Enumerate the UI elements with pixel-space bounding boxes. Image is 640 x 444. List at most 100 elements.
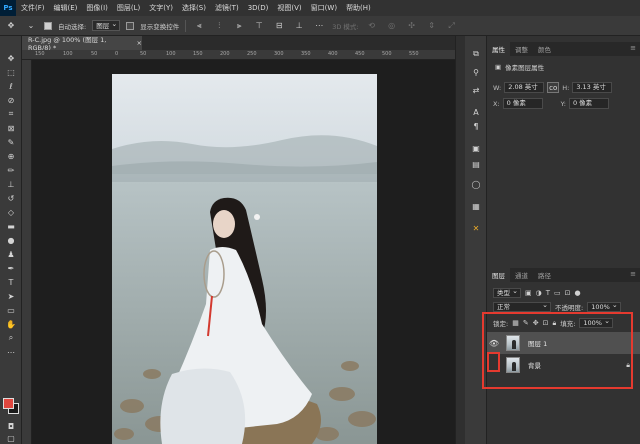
pen-tool-icon[interactable]: ✒ [4, 262, 18, 274]
tab-adjustments[interactable]: 调整 [510, 42, 533, 56]
foreground-color-swatch[interactable] [3, 398, 14, 409]
swatches-icon[interactable]: ▦ [470, 200, 482, 212]
photoshop-logo-icon: Ps [0, 0, 16, 16]
filter-toggle-icon[interactable]: ● [575, 289, 581, 297]
quick-mask-icon[interactable]: ◘ [4, 420, 18, 432]
notes-icon[interactable]: ▤ [470, 158, 482, 170]
menu-view[interactable]: 视图(V) [277, 3, 301, 13]
auto-select-dropdown[interactable]: 图层 [92, 20, 121, 31]
layer-filter-dropdown[interactable]: 类型 [493, 287, 521, 298]
screen-mode-icon[interactable]: ▢ [4, 432, 18, 444]
blend-mode-dropdown[interactable]: 正常 [493, 301, 551, 312]
actions-icon[interactable]: ▣ [470, 142, 482, 154]
history-brush-tool-icon[interactable]: ↺ [4, 192, 18, 204]
menu-select[interactable]: 选择(S) [182, 3, 206, 13]
hand-tool-icon[interactable]: ✋ [4, 318, 18, 330]
3d-rotate-icon[interactable]: ⟲ [365, 19, 379, 33]
menu-help[interactable]: 帮助(H) [346, 3, 371, 13]
canvas-photo[interactable] [112, 74, 377, 444]
align-left-icon[interactable]: ⫷ [192, 19, 206, 33]
panel-menu-icon[interactable]: ≡ [630, 270, 636, 278]
chevron-down-icon[interactable]: ⌄ [24, 19, 38, 33]
opacity-field[interactable]: 100% [587, 301, 621, 312]
dodge-tool-icon[interactable]: ♟ [4, 248, 18, 260]
info-icon[interactable]: ◯ [470, 178, 482, 190]
menu-window[interactable]: 窗口(W) [311, 3, 337, 13]
menu-image[interactable]: 图像(I) [86, 3, 108, 13]
filter-pixel-icon[interactable]: ▣ [525, 289, 532, 297]
tab-color[interactable]: 颜色 [533, 42, 556, 56]
menu-layer[interactable]: 图层(L) [117, 3, 140, 13]
type-tool-icon[interactable]: T [4, 276, 18, 288]
show-transform-label: 显示变换控件 [140, 22, 180, 31]
link-icon[interactable]: co [547, 82, 560, 93]
tab-paths[interactable]: 路径 [533, 268, 556, 282]
history-icon[interactable]: ⧉ [470, 48, 482, 60]
blend-row: 正常 不透明度: 100% [493, 301, 621, 312]
menu-type[interactable]: 文字(Y) [149, 3, 173, 13]
more-tools-icon[interactable]: ⋯ [4, 346, 18, 358]
eraser-tool-icon[interactable]: ◇ [4, 206, 18, 218]
move-tool-icon[interactable]: ✥ [4, 19, 18, 33]
show-transform-checkbox[interactable] [126, 21, 135, 30]
width-field[interactable]: 2.08 英寸 [504, 82, 545, 93]
tab-properties[interactable]: 属性 [487, 42, 510, 56]
tab-channels[interactable]: 通道 [510, 268, 533, 282]
filter-type-icon[interactable]: T [546, 289, 550, 297]
left-ruler[interactable] [22, 60, 32, 444]
shape-tool-icon[interactable]: ▭ [4, 304, 18, 316]
highlight-annotation [482, 312, 633, 389]
panel-menu-icon[interactable]: ≡ [630, 44, 636, 52]
3d-mode-label: 3D 模式: [332, 22, 359, 31]
lasso-tool-icon[interactable]: ℓ [4, 80, 18, 92]
character-icon[interactable]: A [470, 106, 482, 118]
top-ruler[interactable]: 150 100 50 0 50 100 150 200 250 300 350 … [22, 50, 455, 60]
filter-smart-icon[interactable]: ⊡ [565, 289, 571, 297]
align-center-icon[interactable]: ⫶ [212, 19, 226, 33]
align-right-icon[interactable]: ⫸ [232, 19, 246, 33]
tab-layers[interactable]: 图层 [487, 268, 510, 282]
zoom-tool-icon[interactable]: ⌕ [4, 332, 18, 344]
frame-tool-icon[interactable]: ⊠ [4, 122, 18, 134]
photo-image [112, 74, 377, 444]
path-select-tool-icon[interactable]: ➤ [4, 290, 18, 302]
brush-tool-icon[interactable]: ✏ [4, 164, 18, 176]
healing-brush-tool-icon[interactable]: ⊕ [4, 150, 18, 162]
3d-roll-icon[interactable]: ◎ [385, 19, 399, 33]
opacity-label: 不透明度: [555, 304, 584, 312]
swap-icon[interactable]: ⇄ [470, 84, 482, 96]
y-field[interactable]: 0 像素 [568, 98, 609, 109]
crop-tool-icon[interactable]: ⌗ [4, 108, 18, 120]
menu-3d[interactable]: 3D(D) [248, 4, 269, 12]
close-tab-icon[interactable]: × [137, 39, 142, 47]
align-middle-icon[interactable]: ⊟ [272, 19, 286, 33]
tools-presets-icon[interactable]: ✕ [470, 222, 482, 234]
panel-collapse-strip[interactable] [455, 36, 465, 444]
gradient-tool-icon[interactable]: ▬ [4, 220, 18, 232]
document-tab[interactable]: R-C.jpg @ 100% (图层 1, RGB/8) * × [22, 36, 142, 52]
blur-tool-icon[interactable]: ● [4, 234, 18, 246]
x-field[interactable]: 0 像素 [502, 98, 543, 109]
3d-drag-icon[interactable]: ✣ [405, 19, 419, 33]
menu-filter[interactable]: 滤镜(T) [215, 3, 239, 13]
paragraph-icon[interactable]: ¶ [470, 120, 482, 132]
height-field[interactable]: 3.13 英寸 [572, 82, 613, 93]
3d-slide-icon[interactable]: ⇕ [425, 19, 439, 33]
align-bottom-icon[interactable]: ⊥ [292, 19, 306, 33]
quick-select-tool-icon[interactable]: ⊘ [4, 94, 18, 106]
align-top-icon[interactable]: ⊤ [252, 19, 266, 33]
marquee-tool-icon[interactable]: ⬚ [4, 66, 18, 78]
layer-filter-row: 类型 ▣ ◑ T ▭ ⊡ ● [493, 287, 581, 298]
ruler-tick: 100 [63, 51, 73, 57]
move-tool-icon[interactable]: ✥ [4, 52, 18, 64]
auto-select-checkbox[interactable] [44, 21, 52, 30]
filter-shape-icon[interactable]: ▭ [554, 289, 561, 297]
eyedropper-tool-icon[interactable]: ✎ [4, 136, 18, 148]
clone-stamp-tool-icon[interactable]: ⊥ [4, 178, 18, 190]
3d-scale-icon[interactable]: ⤢ [445, 19, 459, 33]
brush-settings-icon[interactable]: ⚲ [470, 66, 482, 78]
menu-edit[interactable]: 编辑(E) [54, 3, 78, 13]
menu-file[interactable]: 文件(F) [21, 3, 45, 13]
more-options-icon[interactable]: ⋯ [312, 19, 326, 33]
filter-adjustment-icon[interactable]: ◑ [536, 289, 542, 297]
